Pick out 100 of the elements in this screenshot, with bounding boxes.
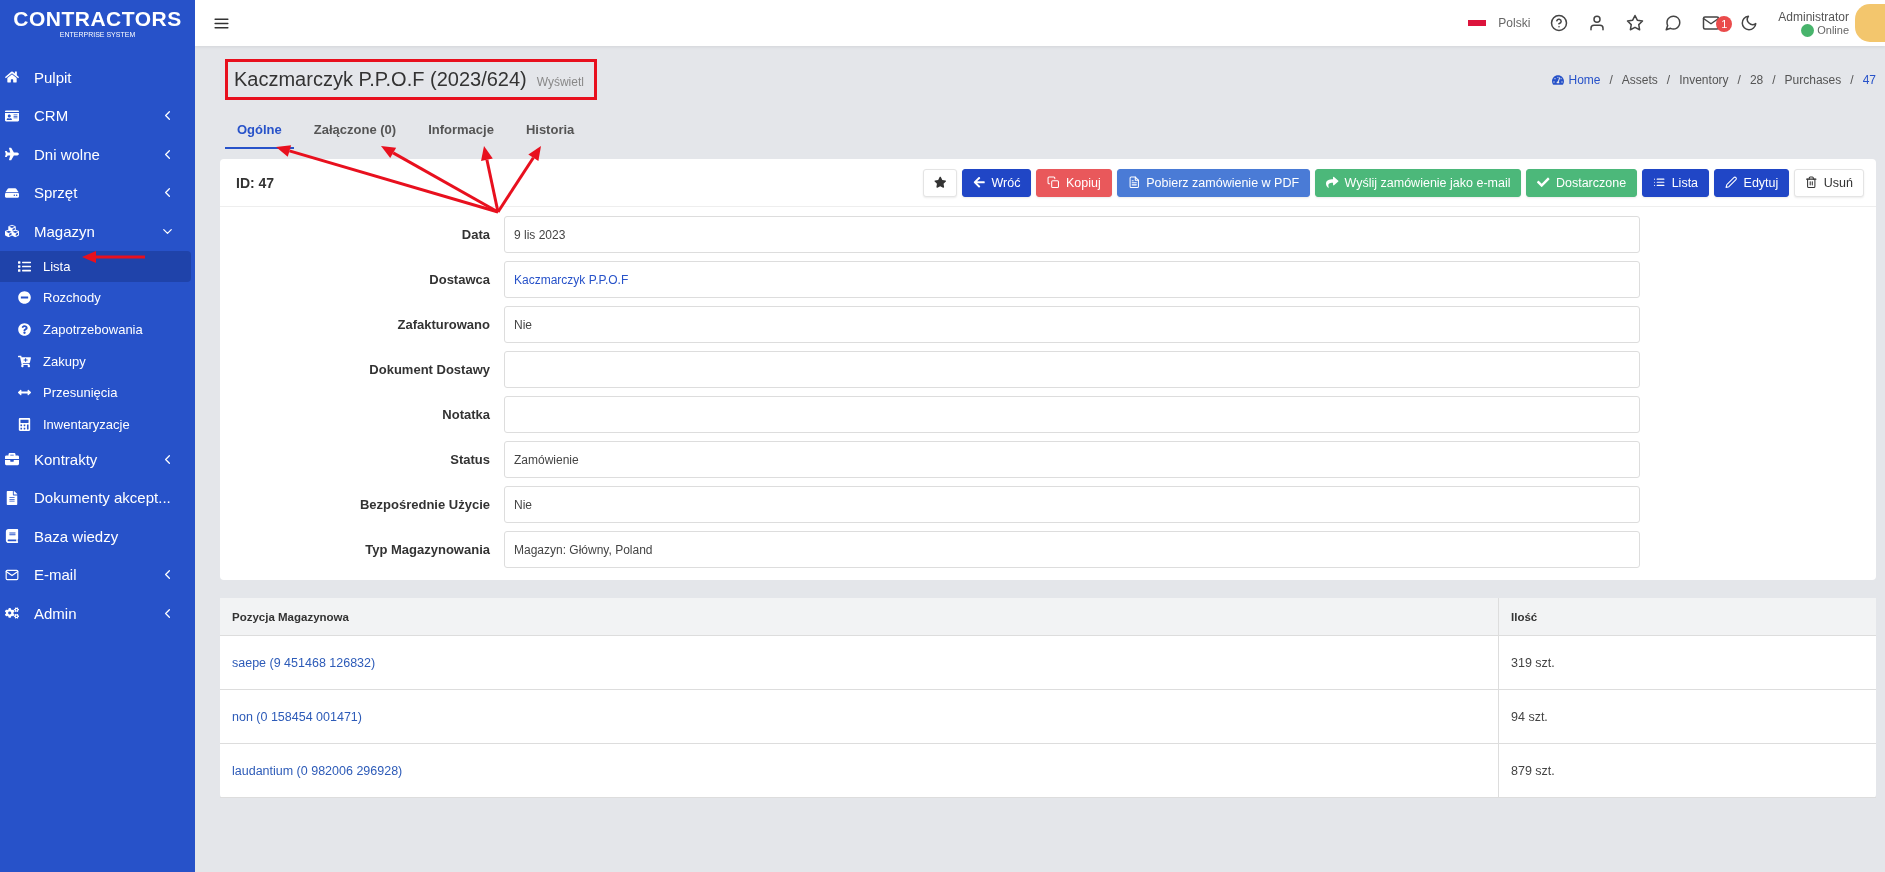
check-icon — [1537, 176, 1550, 189]
flag-icon[interactable] — [1468, 20, 1487, 26]
annotation-arrow — [82, 251, 145, 263]
breadcrumb-separator: / — [1772, 72, 1776, 87]
sidebar-subitem[interactable]: Zakupy — [0, 345, 191, 377]
page-subtitle: Wyświetl — [536, 75, 584, 89]
menu-item-icon — [5, 490, 19, 505]
sidebar-item[interactable]: Kontrakty — [0, 440, 195, 479]
input-field[interactable]: Kaczmarczyk P.P.O.F — [504, 261, 1640, 298]
field-label: Typ Magazynowania — [364, 542, 490, 557]
action-button[interactable]: Edytuj — [1714, 168, 1790, 197]
breadcrumb-link[interactable]: Inventory — [1679, 72, 1729, 87]
sidebar-item[interactable]: Sprzęt — [0, 173, 195, 212]
logo-name: CONTRACTORS — [13, 8, 182, 29]
field-label: Dostawca — [428, 272, 490, 287]
sidebar-subitem[interactable]: Rozchody — [0, 282, 191, 314]
tab[interactable]: Załączone (0) — [301, 114, 409, 149]
table-cell: 319 szt. — [1499, 636, 1876, 690]
breadcrumb-separator: / — [1666, 72, 1671, 87]
tab[interactable]: Historia — [513, 114, 587, 149]
sidebar-item[interactable]: Baza wiedzy — [0, 517, 195, 556]
breadcrumb-separator: / — [1850, 72, 1854, 87]
star-icon[interactable] — [1626, 14, 1645, 32]
action-button[interactable]: Pobierz zamówienie w PDF — [1116, 168, 1311, 197]
sidebar-item[interactable]: Pulpit — [0, 58, 195, 97]
document-icon — [1127, 176, 1141, 189]
field-label: Notatka — [441, 407, 490, 422]
action-button[interactable]: Kopiuj — [1036, 168, 1112, 197]
menu-item-icon — [5, 108, 19, 123]
page-title: Kaczmarczyk P.P.O.F (2023/624) — [234, 68, 527, 91]
breadcrumb-separator: / — [1737, 72, 1741, 87]
user-name: Administrator — [1778, 9, 1849, 24]
submenu-item-icon — [18, 259, 31, 273]
input-field[interactable]: Zamówienie — [504, 441, 1640, 478]
submenu-item-icon — [18, 354, 31, 368]
action-button[interactable]: Wróć — [962, 168, 1032, 197]
column-header: Pozycja Magazynowa — [220, 598, 1499, 636]
item-link[interactable]: saepe (9 451468 126832) — [220, 636, 1499, 690]
table-cell: 879 szt. — [1499, 744, 1876, 798]
item-link[interactable]: laudantium (0 982006 296928) — [220, 744, 1499, 798]
list-icon — [1653, 176, 1666, 189]
menu-item-icon — [5, 147, 19, 162]
user-icon[interactable] — [1588, 14, 1607, 32]
tab[interactable]: Informacje — [416, 114, 506, 149]
copy-icon — [1047, 176, 1060, 189]
input-field[interactable] — [504, 351, 1640, 388]
table-cell: 94 szt. — [1499, 690, 1876, 744]
breadcrumb-link[interactable]: Purchases — [1784, 72, 1842, 87]
input-field[interactable]: 9 lis 2023 — [504, 216, 1640, 253]
field-label: Dokument Dostawy — [368, 362, 490, 377]
menu-item-icon — [5, 452, 19, 467]
menu-item-icon — [5, 606, 19, 621]
record-id: ID: 47 — [236, 174, 275, 191]
column-header: Ilość — [1499, 598, 1876, 636]
chat-icon[interactable] — [1664, 14, 1683, 32]
sidebar-item[interactable]: Admin — [0, 594, 195, 633]
breadcrumb-link[interactable]: 28 — [1749, 72, 1764, 87]
sidebar-item[interactable]: Magazyn — [0, 212, 195, 251]
submenu-item-icon — [18, 291, 31, 305]
moon-icon[interactable] — [1740, 14, 1759, 32]
action-button[interactable]: Lista — [1642, 168, 1710, 197]
menu-item-icon — [5, 70, 19, 85]
mail-icon[interactable] — [1702, 14, 1721, 32]
input-field[interactable]: Nie — [504, 486, 1640, 523]
input-field[interactable] — [504, 396, 1640, 433]
sidebar-subitem[interactable]: Lista — [0, 250, 191, 283]
sidebar-item[interactable]: CRM — [0, 96, 195, 135]
field-label: Status — [449, 452, 490, 467]
arrow-left-icon — [973, 176, 986, 189]
menu-item-icon — [5, 567, 19, 582]
menu-item-icon — [5, 185, 19, 200]
sidebar-subitem[interactable]: Przesunięcia — [0, 376, 191, 409]
field-label: Data — [460, 227, 490, 242]
field-label: Bezpośrednie Użycie — [358, 497, 490, 512]
menu-item-icon — [5, 224, 19, 239]
submenu-item-icon — [18, 417, 31, 431]
pencil-icon — [1725, 176, 1738, 189]
trash-icon — [1805, 176, 1818, 189]
sidebar-subitem[interactable]: Inwentaryzacje — [0, 408, 191, 441]
share-arrow-icon — [1326, 176, 1339, 189]
sidebar-item[interactable]: E-mail — [0, 555, 195, 595]
language-selector[interactable]: Polski — [1498, 16, 1531, 30]
action-button[interactable]: Usuń — [1794, 168, 1864, 197]
breadcrumb-separator: / — [1609, 72, 1613, 87]
item-link[interactable]: non (0 158454 001471) — [220, 690, 1499, 744]
sidebar-item[interactable]: Dokumenty akcept... — [0, 478, 195, 518]
field-label: Zafakturowano — [396, 317, 490, 332]
breadcrumb-link[interactable]: Home — [1552, 72, 1601, 87]
notification-badge: 1 — [1716, 16, 1733, 32]
submenu-item-icon — [18, 323, 31, 336]
help-icon[interactable] — [1550, 14, 1569, 32]
sidebar-subitem[interactable]: Zapotrzebowania — [0, 313, 191, 346]
input-field[interactable]: Magazyn: Główny, Poland — [504, 531, 1640, 568]
dashboard-icon — [1552, 73, 1565, 86]
online-dot — [1801, 23, 1815, 37]
sidebar-item[interactable]: Dni wolne — [0, 135, 195, 174]
input-field[interactable]: Nie — [504, 306, 1640, 343]
breadcrumb-link[interactable]: 47 — [1862, 72, 1876, 87]
breadcrumb-link[interactable]: Assets — [1621, 72, 1658, 87]
favorite-button[interactable] — [922, 168, 958, 197]
